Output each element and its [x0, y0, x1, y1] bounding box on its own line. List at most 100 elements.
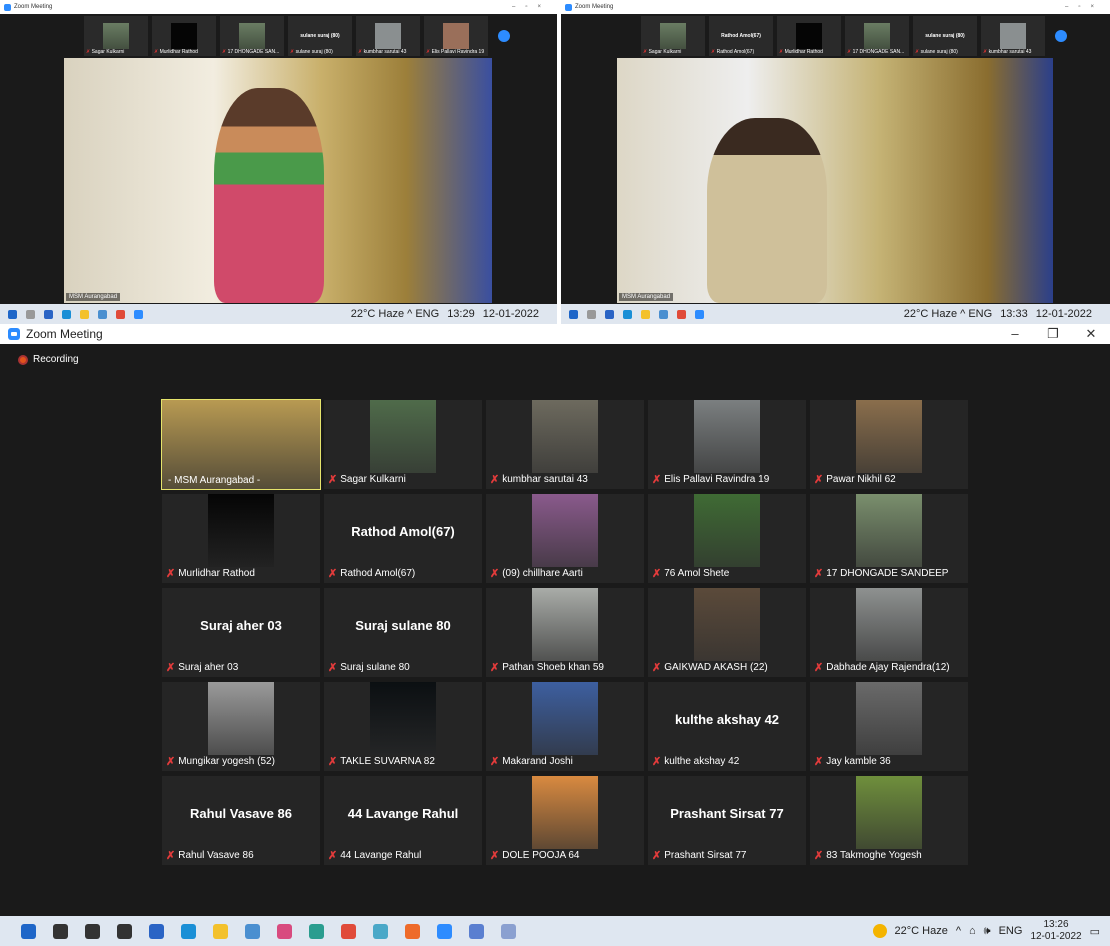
participant-tile[interactable]: ✗ Dabhade Ajay Rajendra(12)	[810, 588, 968, 677]
participant-tile[interactable]: ✗ Pathan Shoeb khan 59	[486, 588, 644, 677]
participant-name: Suraj aher 03	[178, 662, 239, 673]
left-window-controls[interactable]: –▫×	[512, 4, 557, 10]
participant-tile[interactable]: ✗ DOLE POOJA 64	[486, 776, 644, 865]
participant-tile[interactable]: ✗ Makarand Joshi	[486, 682, 644, 771]
app-p-icon[interactable]	[268, 916, 300, 946]
participant-tile[interactable]: ✗ 83 Takmoghe Yogesh	[810, 776, 968, 865]
right-thumb-5[interactable]: kumbhar sarutai 43	[981, 16, 1045, 56]
chrome-icon[interactable]	[332, 916, 364, 946]
language-indicator[interactable]: ENG	[999, 925, 1023, 937]
participant-tile[interactable]: Prashant Sirsat 77 ✗ Prashant Sirsat 77	[648, 776, 806, 865]
right-thumb-3[interactable]: 17 DHONGADE SAN...	[845, 16, 909, 56]
left-thumb-5[interactable]: Elis Pallavi Ravindra 19	[424, 16, 488, 56]
right-thumb-1[interactable]: Rathod Amol(67)Rathod Amol(67)	[709, 16, 773, 56]
participant-name: Rathod Amol(67)	[340, 568, 416, 579]
right-title-bar: Zoom Meeting –▫×	[561, 0, 1110, 14]
participant-name: TAKLE SUVARNA 82	[340, 756, 435, 767]
task-view-icon-glyph	[116, 923, 132, 939]
participant-name: Suraj sulane 80	[340, 662, 410, 673]
participant-name-label: ✗ Prashant Sirsat 77	[652, 849, 746, 862]
search-icon[interactable]	[44, 916, 76, 946]
app-l-icon-glyph	[244, 923, 260, 939]
participant-name-label: - MSM Aurangabad -	[168, 475, 260, 486]
app-doc-icon-glyph	[468, 923, 484, 939]
participant-name-label: ✗ Suraj sulane 80	[328, 661, 410, 674]
task-view-icon[interactable]	[108, 916, 140, 946]
participant-tile[interactable]: ✗ (09) chillhare Aarti	[486, 494, 644, 583]
clock-date: 12-01-2022	[1030, 931, 1082, 942]
right-thumb-2[interactable]: Murlidhar Rathod	[777, 16, 841, 56]
participant-tile[interactable]: ✗ 17 DHONGADE SANDEEP	[810, 494, 968, 583]
app-orange-icon[interactable]	[396, 916, 428, 946]
taskbar-icons	[12, 916, 524, 946]
app-l-icon[interactable]	[236, 916, 268, 946]
left-thumb-2[interactable]: 17 DHONGADE SAN...	[220, 16, 284, 56]
app-pen-icon[interactable]	[492, 916, 524, 946]
muted-mic-icon: ✗	[814, 568, 824, 580]
edge-icon[interactable]	[172, 916, 204, 946]
muted-mic-icon: ✗	[328, 850, 338, 862]
participant-tile[interactable]: ✗ Jay kamble 36	[810, 682, 968, 771]
participant-tile[interactable]: 44 Lavange Rahul ✗ 44 Lavange Rahul	[324, 776, 482, 865]
participant-tile[interactable]: ✗ Pawar Nikhil 62	[810, 400, 968, 489]
cortana-icon[interactable]	[76, 916, 108, 946]
muted-mic-icon: ✗	[328, 756, 338, 768]
store-icon[interactable]	[140, 916, 172, 946]
app-teal-icon[interactable]	[364, 916, 396, 946]
zoom-logo-icon	[8, 328, 20, 340]
participant-name: Pawar Nikhil 62	[826, 474, 896, 485]
next-page-icon[interactable]	[498, 30, 510, 42]
participant-tile[interactable]: ✗ Mungikar yogesh (52)	[162, 682, 320, 771]
close-button[interactable]: ✕	[1072, 326, 1110, 342]
participant-tile[interactable]: Rahul Vasave 86 ✗ Rahul Vasave 86	[162, 776, 320, 865]
left-thumb-0[interactable]: Sagar Kulkarni	[84, 16, 148, 56]
explorer-icon[interactable]	[204, 916, 236, 946]
participant-tile[interactable]: ✗ GAIKWAD AKASH (22)	[648, 588, 806, 677]
participant-tile[interactable]: ✗ TAKLE SUVARNA 82	[324, 682, 482, 771]
participant-tile[interactable]: ✗ Elis Pallavi Ravindra 19	[648, 400, 806, 489]
system-tray: 22°C Haze ^ ⌂ 🕪 ENG 13:26 12-01-2022 ▭	[872, 919, 1110, 943]
left-thumb-1[interactable]: Murlidhar Rathod	[152, 16, 216, 56]
volume-icon[interactable]: 🕪	[984, 925, 991, 938]
left-thumb-3[interactable]: sulane suraj (80)sulane suraj (80)	[288, 16, 352, 56]
app-p-icon-glyph	[276, 923, 292, 939]
network-icon[interactable]: ⌂	[969, 925, 976, 937]
windows-icon-glyph	[20, 923, 36, 939]
windows-icon[interactable]	[12, 916, 44, 946]
participant-name-label: ✗ Jay kamble 36	[814, 755, 891, 768]
zoom-logo-icon	[565, 3, 572, 11]
participant-video	[856, 494, 922, 567]
app-boat-icon[interactable]	[300, 916, 332, 946]
right-thumb-0[interactable]: Sagar Kulkarni	[641, 16, 705, 56]
participant-tile[interactable]: Rathod Amol(67) ✗ Rathod Amol(67)	[324, 494, 482, 583]
participant-tile[interactable]: kulthe akshay 42 ✗ kulthe akshay 42	[648, 682, 806, 771]
app-doc-icon[interactable]	[460, 916, 492, 946]
minimize-button[interactable]: –	[996, 326, 1034, 342]
weather-text[interactable]: 22°C Haze	[895, 925, 948, 937]
participant-name: Sagar Kulkarni	[340, 474, 406, 485]
clock-time: 13:26	[1043, 919, 1069, 930]
participant-tile[interactable]: ✗ kumbhar sarutai 43	[486, 400, 644, 489]
participant-tile[interactable]: ✗ Murlidhar Rathod	[162, 494, 320, 583]
left-window-title: Zoom Meeting	[14, 4, 53, 10]
left-clock-time: 13:29	[447, 308, 475, 320]
recording-label: Recording	[33, 354, 79, 365]
participant-tile[interactable]: Suraj aher 03 ✗ Suraj aher 03	[162, 588, 320, 677]
recording-indicator[interactable]: Recording	[18, 354, 79, 365]
clock[interactable]: 13:26 12-01-2022	[1030, 919, 1081, 943]
restore-button[interactable]: ❐	[1034, 326, 1072, 342]
notification-icon[interactable]: ▭	[1090, 925, 1100, 938]
participant-name-label: ✗ kulthe akshay 42	[652, 755, 739, 768]
chevron-up-icon[interactable]: ^	[956, 925, 961, 937]
right-thumb-4[interactable]: sulane suraj (80)sulane suraj (80)	[913, 16, 977, 56]
participant-name-label: ✗ Rathod Amol(67)	[328, 567, 415, 580]
right-window-controls[interactable]: –▫×	[1065, 4, 1110, 10]
participant-name-display: Prashant Sirsat 77	[670, 806, 784, 821]
participant-tile[interactable]: ✗ 76 Amol Shete	[648, 494, 806, 583]
participant-tile[interactable]: ✗ Sagar Kulkarni	[324, 400, 482, 489]
participant-tile[interactable]: - MSM Aurangabad -	[161, 399, 321, 490]
next-page-icon[interactable]	[1055, 30, 1067, 42]
participant-tile[interactable]: Suraj sulane 80 ✗ Suraj sulane 80	[324, 588, 482, 677]
left-thumb-4[interactable]: kumbhar sarutai 43	[356, 16, 420, 56]
zoom-icon[interactable]	[428, 916, 460, 946]
